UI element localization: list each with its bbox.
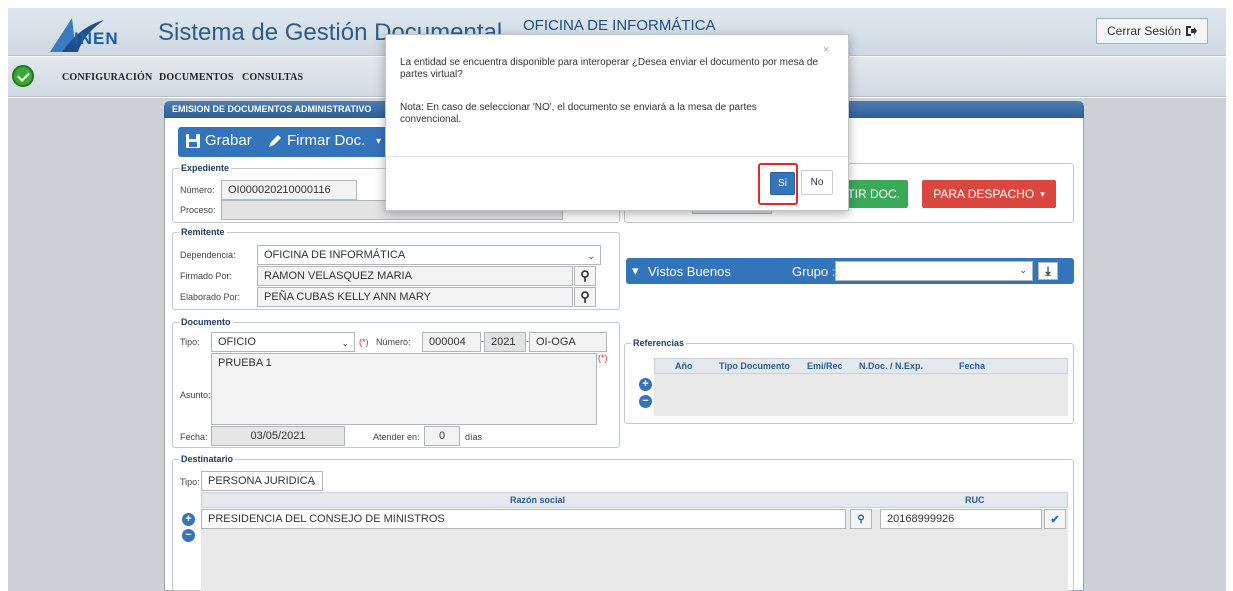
- checkmark-icon: ✔: [1050, 513, 1060, 526]
- destinatario-tipo-select[interactable]: PERSONA JURIDICA ⌄: [201, 471, 323, 491]
- yes-button-highlight: [758, 163, 798, 205]
- save-label: Grabar: [205, 132, 252, 149]
- grupo-select[interactable]: ⌄: [835, 261, 1033, 281]
- asunto-label: Asunto:: [180, 390, 211, 400]
- destinatario-legend: Destinatario: [181, 454, 234, 464]
- destinatario-tipo-value: PERSONA JURIDICA: [208, 475, 315, 487]
- referencias-table-header: Año Tipo Documento Emi/Rec N.Doc. / N.Ex…: [654, 358, 1068, 374]
- caret-down-icon: ▾: [1040, 188, 1045, 199]
- search-firmado-button[interactable]: ⚲: [574, 266, 596, 286]
- col-emi-rec: Emi/Rec: [807, 361, 843, 371]
- grupo-label: Grupo :: [792, 264, 836, 279]
- remove-reference-button[interactable]: −: [639, 395, 652, 408]
- remitente-legend: Remitente: [181, 227, 225, 237]
- expediente-numero-label: Número:: [180, 185, 215, 195]
- download-group-button[interactable]: ⤓: [1038, 262, 1058, 280]
- vistos-buenos-bar: ▾ Vistos Buenos Grupo : ⌄ ⤓: [626, 258, 1074, 284]
- search-icon: ⚲: [580, 289, 590, 304]
- dispatch-button[interactable]: PARA DESPACHO ▾: [922, 180, 1056, 208]
- documento-numero-label: Número:: [376, 337, 411, 347]
- floppy-disk-icon: [186, 133, 200, 148]
- expediente-proceso-label: Proceso:: [180, 205, 216, 215]
- chevron-down-icon: ⌄: [1019, 265, 1027, 275]
- sign-document-button[interactable]: Firmar Doc.: [268, 132, 365, 149]
- dialog-divider: [386, 156, 848, 157]
- fecha-field[interactable]: 03/05/2021: [211, 426, 345, 446]
- document-toolbar: Grabar Firmar Doc. ▾: [178, 127, 394, 157]
- documento-tipo-label: Tipo:: [180, 337, 200, 347]
- vistos-buenos-label: Vistos Buenos: [648, 264, 731, 279]
- chevron-down-icon[interactable]: ▾: [632, 263, 639, 279]
- required-mark: (*): [359, 337, 369, 347]
- add-destinatario-button[interactable]: +: [182, 513, 195, 526]
- add-reference-button[interactable]: +: [639, 378, 652, 391]
- referencias-table-body: [654, 374, 1068, 416]
- search-icon: ⚲: [580, 268, 590, 283]
- elaborado-label: Elaborado Por:: [180, 292, 241, 302]
- firmado-field[interactable]: RAMON VELASQUEZ MARIA: [257, 266, 573, 286]
- required-mark: (*): [598, 353, 608, 363]
- atender-field[interactable]: 0: [424, 426, 460, 446]
- atender-label: Atender en:: [373, 432, 420, 442]
- destinatario-ruc-field[interactable]: 20168999926: [880, 509, 1042, 529]
- menu-consultas[interactable]: CONSULTAS: [242, 72, 303, 83]
- check-circle-icon: [12, 65, 34, 87]
- dialog-note: Nota: En caso de seleccionar 'NO', el do…: [400, 102, 757, 125]
- col-razon-social: Razón social: [510, 495, 566, 505]
- dependencia-value: OFICINA DE INFORMÁTICA: [264, 249, 406, 261]
- emit-document-button[interactable]: TIR DOC.: [846, 180, 908, 208]
- menu-documentos[interactable]: DOCUMENTOS: [159, 72, 234, 83]
- documento-sigla-field: OI-OGA: [529, 332, 607, 352]
- save-button[interactable]: Grabar: [186, 132, 252, 149]
- chevron-down-icon: ⌄: [587, 251, 595, 261]
- pencil-icon: [269, 134, 281, 147]
- col-fecha: Fecha: [959, 361, 986, 371]
- chevron-down-icon: ⌄: [309, 477, 317, 487]
- dias-label: días: [465, 432, 483, 442]
- expediente-numero-field[interactable]: OI000020210000116: [221, 180, 357, 200]
- download-icon: ⤓: [1045, 264, 1051, 278]
- col-ndoc: N.Doc. / N.Exp.: [859, 361, 924, 371]
- destinatario-tipo-label: Tipo:: [180, 477, 200, 487]
- dependencia-select[interactable]: OFICINA DE INFORMÁTICA ⌄: [257, 245, 601, 265]
- expediente-legend: Expediente: [181, 163, 230, 173]
- sign-out-icon: [1186, 26, 1198, 36]
- firmado-label: Firmado Por:: [180, 271, 233, 281]
- remove-destinatario-button[interactable]: −: [182, 529, 195, 542]
- logout-label: Cerrar Sesión: [1106, 24, 1182, 38]
- chevron-down-icon: ⌄: [341, 338, 349, 348]
- elaborado-field[interactable]: PEÑA CUBAS KELLY ANN MARY: [257, 287, 573, 307]
- referencias-legend: Referencias: [633, 338, 685, 348]
- logout-button[interactable]: Cerrar Sesión: [1096, 18, 1208, 44]
- caret-down-icon[interactable]: ▾: [376, 136, 381, 147]
- col-ruc: RUC: [965, 495, 985, 505]
- documento-legend: Documento: [181, 317, 231, 327]
- search-icon: ⚲: [857, 513, 865, 525]
- office-name: OFICINA DE INFORMÁTICA: [523, 17, 716, 34]
- documento-numero-field[interactable]: 000004: [422, 332, 481, 352]
- logo-text: INEN: [74, 29, 119, 48]
- dialog-message: La entidad se encuentra disponible para …: [400, 57, 819, 80]
- dispatch-label: PARA DESPACHO: [933, 187, 1035, 201]
- col-anio: Año: [675, 361, 693, 371]
- no-button[interactable]: No: [801, 170, 833, 195]
- destinatario-razon-field[interactable]: PRESIDENCIA DEL CONSEJO DE MINISTROS: [201, 509, 846, 529]
- search-destinatario-button[interactable]: ⚲: [850, 509, 872, 529]
- asunto-textarea[interactable]: PRUEBA 1: [211, 353, 597, 425]
- dependencia-label: Dependencia:: [180, 250, 236, 260]
- confirm-destinatario-button[interactable]: ✔: [1044, 509, 1066, 529]
- documento-tipo-value: OFICIO: [218, 336, 256, 348]
- documento-anio-field: 2021: [484, 332, 526, 352]
- documento-tipo-select[interactable]: OFICIO ⌄: [211, 332, 355, 352]
- col-tipo-documento: Tipo Documento: [719, 361, 790, 371]
- sign-label: Firmar Doc.: [287, 132, 366, 149]
- search-elaborado-button[interactable]: ⚲: [574, 287, 596, 307]
- emit-label: TIR DOC.: [847, 187, 900, 201]
- destinatario-table-header: Razón social RUC: [201, 492, 1068, 508]
- close-icon[interactable]: ×: [823, 44, 829, 56]
- fecha-label: Fecha:: [180, 432, 208, 442]
- menu-configuracion[interactable]: CONFIGURACIÓN: [62, 72, 152, 83]
